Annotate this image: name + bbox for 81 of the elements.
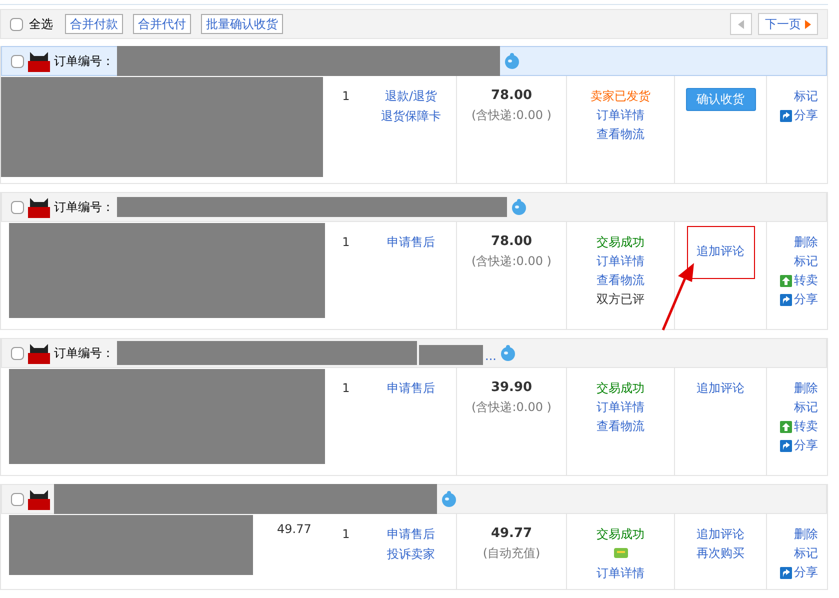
up-arrow-icon <box>780 420 792 432</box>
chat-icon[interactable] <box>503 52 521 70</box>
checkbox[interactable] <box>11 492 24 506</box>
order-link[interactable]: 追加评论 <box>696 526 744 543</box>
message-icon[interactable] <box>614 548 628 560</box>
shipping-note-text: (自动充值) <box>482 545 540 562</box>
cat-logo-icon <box>27 488 51 510</box>
order-link[interactable]: 标记 <box>794 545 818 562</box>
resell-link[interactable]: 转卖 <box>780 272 818 289</box>
share-link[interactable]: 分享 <box>780 291 818 308</box>
status-text: 交易成功 <box>596 526 644 543</box>
service-link[interactable]: 投诉卖家 <box>387 546 435 563</box>
order-link[interactable]: 追加评论 <box>696 380 744 397</box>
select-all-label: 全选 <box>29 16 53 32</box>
resell-link[interactable]: 转卖 <box>780 418 818 435</box>
share-arrow-icon <box>780 440 792 452</box>
order-number-label: 订单编号： <box>54 52 114 70</box>
order-link[interactable]: 再次购买 <box>696 545 744 562</box>
service-link[interactable]: 退款/退货 <box>384 88 438 105</box>
service-link[interactable]: 申请售后 <box>387 380 435 397</box>
total-price-text: 39.90 <box>490 379 532 396</box>
toolbar-button[interactable]: 合并付款 <box>65 14 123 34</box>
cat-logo-icon <box>27 50 51 72</box>
quantity-text: 1 <box>342 380 350 397</box>
total-price-text: 78.00 <box>490 233 532 250</box>
up-arrow-icon <box>780 274 792 286</box>
unit-price-text: 49.77 <box>277 521 312 538</box>
quantity-text: 1 <box>342 234 350 251</box>
share-link[interactable]: 分享 <box>780 564 818 581</box>
order-link[interactable]: 查看物流 <box>596 126 644 143</box>
share-arrow-icon <box>780 110 792 122</box>
share-link[interactable]: 分享 <box>780 437 818 454</box>
total-price-text: 49.77 <box>490 525 532 542</box>
order-link[interactable]: 删除 <box>794 526 818 543</box>
checkbox[interactable] <box>11 54 24 68</box>
review-status-text: 双方已评 <box>596 291 644 308</box>
confirm-receipt-button[interactable]: 确认收货 <box>686 88 756 111</box>
chat-icon[interactable] <box>440 490 458 508</box>
quantity-text: 1 <box>342 526 350 543</box>
shipping-note-text: (含快递:0.00 ) <box>472 107 552 124</box>
right-triangle-icon <box>805 20 811 28</box>
toolbar-button[interactable]: 合并代付 <box>133 14 191 34</box>
order-link[interactable]: 订单详情 <box>596 565 644 582</box>
order-link[interactable]: 标记 <box>794 253 818 270</box>
service-link[interactable]: 退货保障卡 <box>381 108 441 125</box>
order-link[interactable]: 订单详情 <box>596 253 644 270</box>
order-number-label: 订单编号： <box>54 198 114 216</box>
left-triangle-icon <box>738 20 744 28</box>
ellipsis-text: ... <box>485 348 496 365</box>
order-link[interactable]: 标记 <box>794 399 818 416</box>
service-link[interactable]: 申请售后 <box>387 526 435 543</box>
share-arrow-icon <box>780 566 792 578</box>
cat-logo-icon <box>27 196 51 218</box>
checkbox[interactable] <box>10 18 23 30</box>
next-page-button[interactable]: 下一页 <box>758 13 818 35</box>
order-link[interactable]: 查看物流 <box>596 272 644 289</box>
status-text: 交易成功 <box>596 234 644 251</box>
toolbar-button[interactable]: 批量确认收货 <box>201 14 283 34</box>
checkbox[interactable] <box>11 346 24 360</box>
order-link[interactable]: 查看物流 <box>596 418 644 435</box>
shipping-note-text: (含快递:0.00 ) <box>472 253 552 270</box>
order-link[interactable]: 标记 <box>794 88 818 105</box>
shipping-note-text: (含快递:0.00 ) <box>472 399 552 416</box>
status-text: 交易成功 <box>596 380 644 397</box>
order-link[interactable]: 追加评论 <box>696 243 744 278</box>
status-text: 卖家已发货 <box>590 88 650 105</box>
quantity-text: 1 <box>342 88 350 105</box>
redaction-block <box>419 345 483 365</box>
total-price-text: 78.00 <box>490 87 532 104</box>
order-link[interactable]: 删除 <box>794 380 818 397</box>
share-link[interactable]: 分享 <box>780 107 818 124</box>
chat-icon[interactable] <box>499 344 518 362</box>
order-link[interactable]: 订单详情 <box>596 399 644 416</box>
order-link[interactable]: 删除 <box>794 234 818 251</box>
order-link[interactable]: 订单详情 <box>596 107 644 124</box>
checkbox[interactable] <box>11 200 24 214</box>
cat-logo-icon <box>27 342 51 364</box>
service-link[interactable]: 申请售后 <box>387 234 435 251</box>
chat-icon[interactable] <box>510 198 528 216</box>
order-number-label: 订单编号： <box>54 344 114 362</box>
share-arrow-icon <box>780 294 792 306</box>
